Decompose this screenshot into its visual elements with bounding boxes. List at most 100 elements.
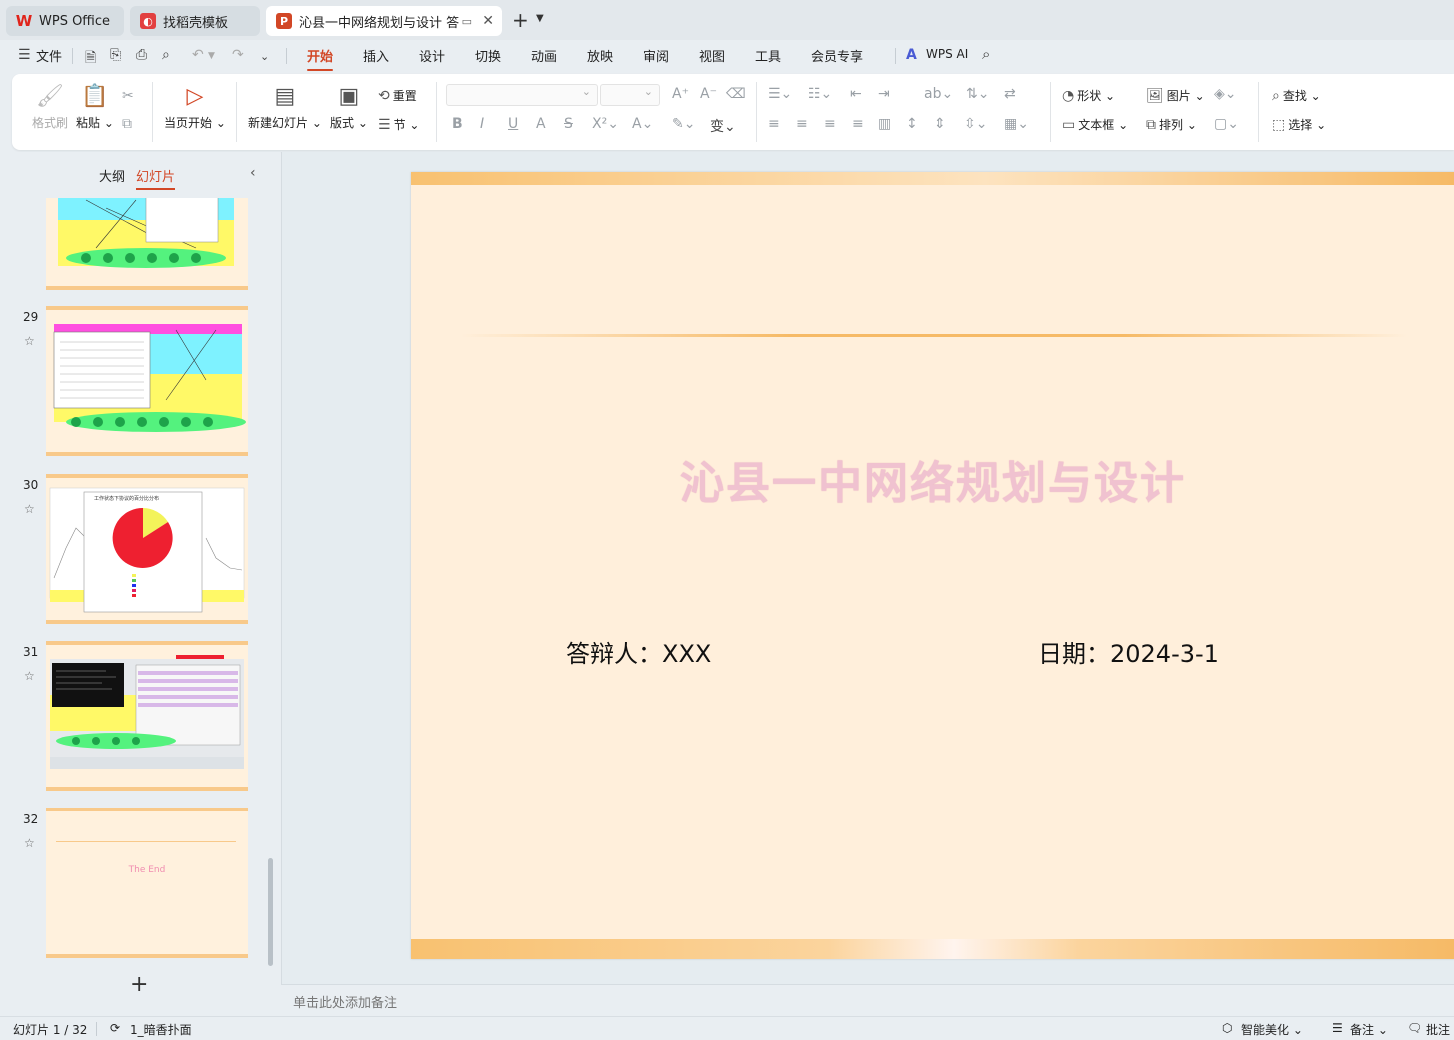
select-button[interactable]: ⬚ 选择 ⌄ <box>1272 116 1326 133</box>
hamburger-icon[interactable]: ☰ <box>18 47 31 63</box>
current-slide[interactable]: 沁县一中网络规划与设计 答辩人：XXX 日期：2024-3-1 <box>411 172 1454 959</box>
new-tab-icon[interactable]: + <box>512 8 529 32</box>
notes-button[interactable]: 备注 ⌄ <box>1350 1021 1388 1038</box>
slide-thumbnail[interactable] <box>46 198 248 290</box>
font-family-select[interactable] <box>446 84 598 106</box>
more-chevron-icon[interactable]: ⌄ <box>260 50 269 63</box>
menu-animations[interactable]: 动画 <box>531 46 557 65</box>
phonetic-icon[interactable]: 变⌄ <box>710 116 736 136</box>
play-from-current-button[interactable]: ▷ 当页开始 ⌄ <box>164 84 226 131</box>
decrease-font-icon[interactable]: A⁻ <box>700 86 717 102</box>
star-icon[interactable]: ☆ <box>24 669 35 683</box>
convert-icon[interactable]: ⇄ <box>1004 86 1016 102</box>
save-icon[interactable]: 🗎 <box>85 47 96 71</box>
text-direction-icon[interactable]: ab⌄ <box>924 86 953 102</box>
close-icon[interactable]: ✕ <box>482 13 494 29</box>
arrange-button[interactable]: ⧉ 排列 ⌄ <box>1146 116 1197 133</box>
star-icon[interactable]: ☆ <box>24 836 35 850</box>
outline-color-icon[interactable]: ▢⌄ <box>1214 116 1239 132</box>
date-text[interactable]: 日期：2024-3-1 <box>1038 634 1219 669</box>
slide-thumbnail[interactable] <box>46 306 248 456</box>
redo-icon[interactable]: ↷ <box>232 47 244 63</box>
undo-icon[interactable]: ↶ <box>192 47 204 63</box>
menu-slideshow[interactable]: 放映 <box>587 46 613 65</box>
print-icon[interactable]: ⎙ <box>136 47 147 63</box>
italic-icon[interactable]: I <box>480 116 484 132</box>
menu-view[interactable]: 视图 <box>699 46 725 65</box>
new-slide-button[interactable]: ▤ 新建幻灯片 ⌄ <box>248 84 322 131</box>
paste-button[interactable]: 📋 粘贴 ⌄ <box>76 84 114 131</box>
menu-wps-ai[interactable]: WPS AI <box>926 47 968 61</box>
distribute-icon[interactable]: ▥ <box>878 116 891 132</box>
font-color-icon[interactable]: A⌄ <box>632 116 653 132</box>
tab-outline[interactable]: 大纲 <box>99 166 125 185</box>
clear-format-icon[interactable]: ⌫ <box>726 86 746 102</box>
bold-icon[interactable]: B <box>452 116 463 132</box>
menu-member[interactable]: 会员专享 <box>811 46 863 65</box>
paragraph-spacing-icon[interactable]: ⇕ <box>934 116 946 132</box>
textbox-button[interactable]: ▭ 文本框 ⌄ <box>1062 116 1128 133</box>
font-size-select[interactable] <box>600 84 660 106</box>
comments-button[interactable]: 批注 <box>1426 1021 1450 1038</box>
numbering-icon[interactable]: ☷⌄ <box>808 86 832 102</box>
presenter-text[interactable]: 答辩人：XXX <box>566 634 711 669</box>
increase-font-icon[interactable]: A⁺ <box>672 86 689 102</box>
strikethrough-icon[interactable]: S <box>564 116 573 132</box>
search-icon[interactable]: ⌕ <box>982 45 990 63</box>
decrease-indent-icon[interactable]: ⇤ <box>850 86 862 102</box>
print-preview-icon[interactable]: ⌕ <box>162 47 170 63</box>
columns-icon[interactable]: ▦⌄ <box>1004 116 1029 132</box>
justify-icon[interactable]: ≡ <box>852 116 864 132</box>
menu-file[interactable]: 文件 <box>36 46 62 65</box>
chevron-down-icon[interactable]: ▼ <box>208 51 215 61</box>
menu-home[interactable]: 开始 <box>307 46 334 71</box>
notes-pane[interactable]: 单击此处添加备注 <box>281 984 1454 1016</box>
text-shadow-icon[interactable]: A <box>536 116 546 132</box>
fill-color-icon[interactable]: ◈⌄ <box>1214 86 1237 102</box>
menu-insert[interactable]: 插入 <box>363 46 389 65</box>
panel-scrollbar[interactable] <box>268 858 273 966</box>
section-button[interactable]: ☰ 节 ⌄ <box>378 116 419 133</box>
star-icon[interactable]: ☆ <box>24 334 35 348</box>
picture-button[interactable]: 🖼 图片 ⌄ <box>1146 87 1205 104</box>
slide-title[interactable]: 沁县一中网络规划与设计 <box>411 447 1454 511</box>
cut-icon[interactable]: ✂ <box>122 88 134 104</box>
tab-slides[interactable]: 幻灯片 <box>136 166 176 190</box>
slide-thumbnail[interactable]: 工作状态下协议的百分比分布 <box>46 474 248 624</box>
align-right-icon[interactable]: ≡ <box>824 116 836 132</box>
add-slide-icon[interactable]: + <box>130 972 148 997</box>
shape-button[interactable]: ◔ 形状 ⌄ <box>1062 87 1115 104</box>
collapse-panel-icon[interactable]: ‹ <box>250 165 256 181</box>
menu-review[interactable]: 审阅 <box>643 46 669 65</box>
increase-indent-icon[interactable]: ⇥ <box>878 86 890 102</box>
export-icon[interactable]: ⎘ <box>110 47 121 63</box>
menu-design[interactable]: 设计 <box>419 46 445 65</box>
underline-icon[interactable]: U <box>508 116 518 132</box>
menu-transitions[interactable]: 切换 <box>475 46 501 65</box>
format-painter-button[interactable]: 🖌 格式刷 <box>32 84 68 131</box>
slide-thumbnail[interactable] <box>46 641 248 791</box>
align-center-icon[interactable]: ≡ <box>796 116 808 132</box>
menu-tools[interactable]: 工具 <box>755 46 781 65</box>
layout-button[interactable]: ▣ 版式 ⌄ <box>330 84 368 131</box>
highlight-icon[interactable]: ✎⌄ <box>672 116 695 132</box>
theme-name[interactable]: 1_暗香扑面 <box>130 1021 192 1038</box>
reset-button[interactable]: ⟲ 重置 <box>378 87 417 104</box>
chevron-down-icon[interactable]: ▼ <box>536 13 544 24</box>
slide-thumbnail[interactable]: The End <box>46 808 248 958</box>
find-button[interactable]: ⌕ 查找 ⌄ <box>1272 87 1321 104</box>
tab-current-document[interactable]: P 沁县一中网络规划与设计 答辩 ▭ ✕ <box>266 6 502 36</box>
line-spacing-icon[interactable]: ↕ <box>906 116 918 132</box>
tab-wps-office[interactable]: W WPS Office <box>6 6 124 36</box>
copy-icon[interactable]: ⧉ <box>122 116 132 132</box>
tab-docer-templates[interactable]: ◐ 找稻壳模板 <box>130 6 260 36</box>
superscript-icon[interactable]: X²⌄ <box>592 116 619 132</box>
notes-placeholder[interactable]: 单击此处添加备注 <box>293 992 397 1011</box>
align-left-icon[interactable]: ≡ <box>768 116 780 132</box>
star-icon[interactable]: ☆ <box>24 502 35 516</box>
beautify-button[interactable]: 智能美化 ⌄ <box>1241 1021 1303 1038</box>
sort-icon[interactable]: ⇅⌄ <box>966 86 989 102</box>
monitor-icon[interactable]: ▭ <box>462 15 472 28</box>
bullets-icon[interactable]: ☰⌄ <box>768 86 792 102</box>
spacing-menu-icon[interactable]: ⇳⌄ <box>964 116 987 132</box>
